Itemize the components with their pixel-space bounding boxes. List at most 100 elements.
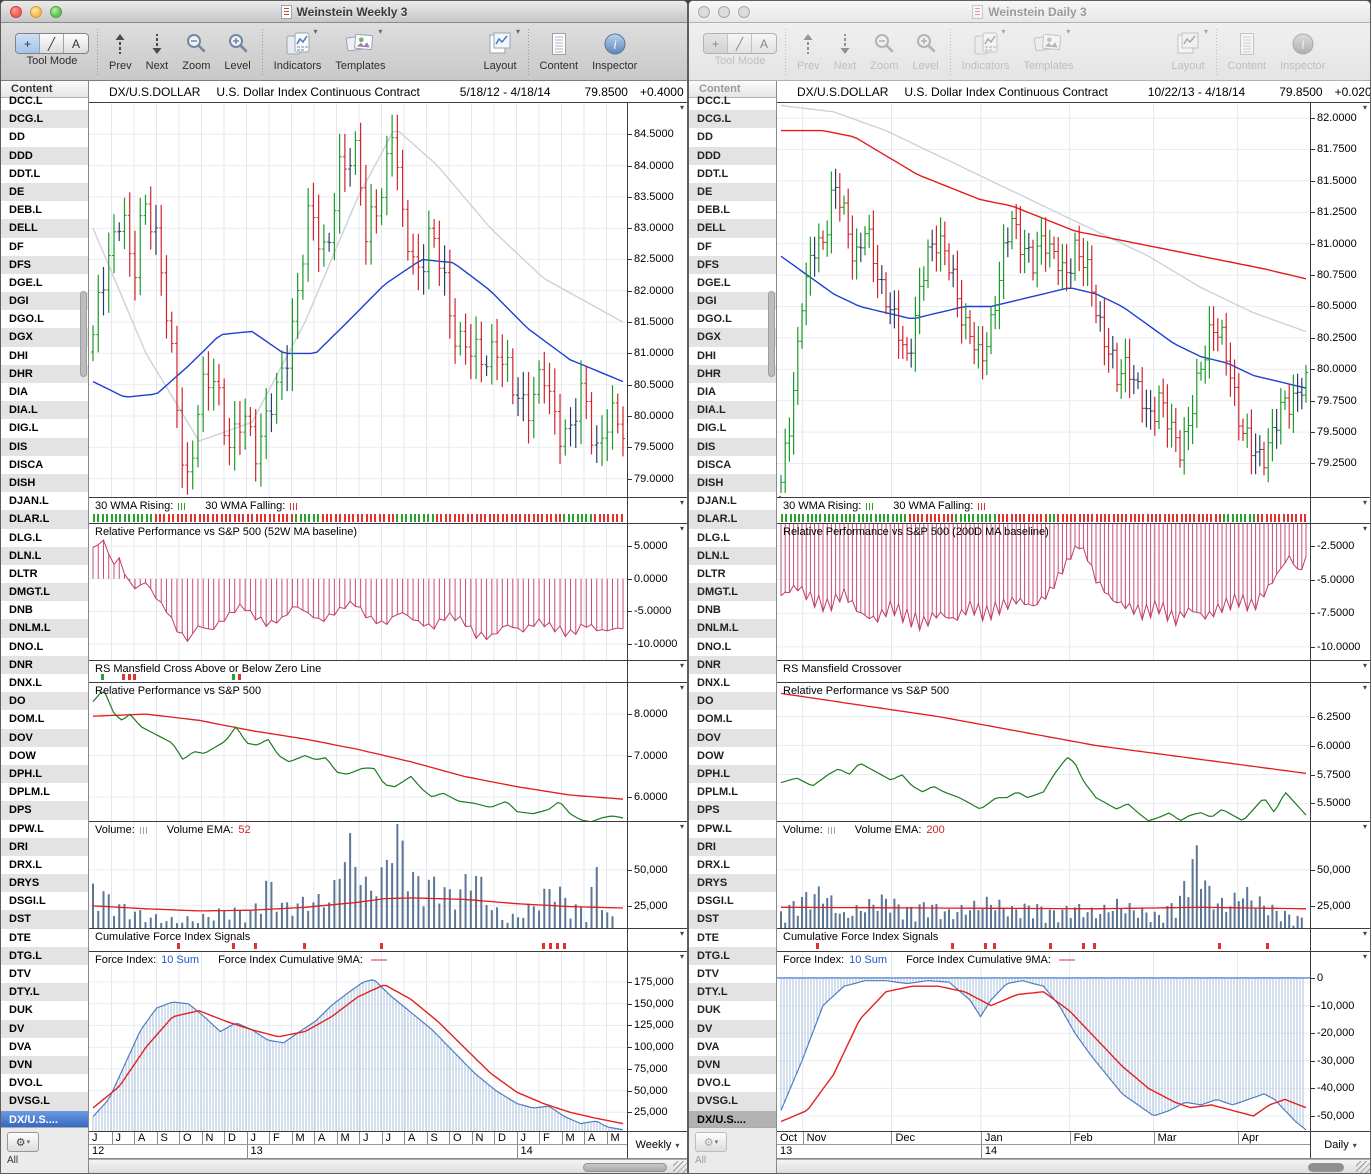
sidebar-item-drx-l[interactable]: DRX.L [1, 856, 88, 874]
sidebar-item-do[interactable]: DO [689, 692, 776, 711]
sidebar-item-dov[interactable]: DOV [1, 728, 88, 747]
sidebar-item-dltr[interactable]: DLTR [1, 565, 88, 583]
sidebar-item-disca[interactable]: DISCA [1, 456, 88, 474]
sidebar-item-dte[interactable]: DTE [1, 929, 88, 947]
zoom-window-button[interactable] [50, 6, 62, 18]
sidebar-item-dom-l[interactable]: DOM.L [689, 710, 776, 728]
sidebar-item-dnlm-l[interactable]: DNLM.L [1, 619, 88, 638]
sidebar-item-dgo-l[interactable]: DGO.L [689, 310, 776, 328]
sidebar-item-djan-l[interactable]: DJAN.L [689, 492, 776, 510]
sidebar-item-df[interactable]: DF [1, 238, 88, 256]
tool-pointer-button[interactable]: + [16, 34, 40, 53]
sidebar-item-dvn[interactable]: DVN [1, 1055, 88, 1075]
sidebar-item-dia-l[interactable]: DIA.L [1, 401, 88, 420]
panel-disclosure-icon[interactable]: ▾ [680, 103, 684, 112]
price-chart[interactable] [777, 103, 1310, 497]
sidebar-item-dge-l[interactable]: DGE.L [689, 274, 776, 292]
tool-mode-segmented-control[interactable]: + ╱ A [703, 33, 777, 54]
close-button[interactable] [698, 6, 710, 18]
panel-disclosure-icon[interactable]: ▾ [680, 822, 684, 831]
sidebar-item-dlar-l[interactable]: DLAR.L [689, 510, 776, 529]
price-chart[interactable] [89, 103, 627, 497]
sidebar-item-dia[interactable]: DIA [1, 383, 88, 401]
sidebar-item-ddd[interactable]: DDD [689, 146, 776, 165]
sidebar-item-disca[interactable]: DISCA [689, 456, 776, 474]
sidebar-item-dgo-l[interactable]: DGO.L [1, 310, 88, 328]
symbol-list[interactable]: DCC.L DCG.L DD DDD DDT.L DE DEB.L DELL DF DFS DGE.… [689, 92, 776, 1127]
actions-gear-button[interactable]: ⚙ ▾ [695, 1132, 727, 1152]
sidebar-item-dx-u-s-[interactable]: DX/U.S.... [1, 1110, 88, 1127]
sidebar-item-dfs[interactable]: DFS [1, 255, 88, 274]
sidebar-item-dcc-l[interactable]: DCC.L [1, 92, 88, 110]
sidebar-item-dx-u-s-[interactable]: DX/U.S.... [689, 1110, 776, 1127]
sidebar-item-dlg-l[interactable]: DLG.L [1, 529, 88, 547]
periodicity-dropdown[interactable]: Daily ▾ [1310, 1132, 1370, 1158]
sidebar-item-dnx-l[interactable]: DNX.L [689, 674, 776, 692]
sidebar-item-dtg-l[interactable]: DTG.L [689, 946, 776, 965]
templates-button[interactable]: ▾ Templates [335, 27, 385, 72]
sidebar-item-drx-l[interactable]: DRX.L [689, 856, 776, 874]
sidebar-item-dln-l[interactable]: DLN.L [689, 546, 776, 565]
inspector-button[interactable]: i Inspector [592, 29, 637, 72]
rp-histogram-chart[interactable]: Relative Performance vs S&P 500 (200D MA… [777, 524, 1310, 660]
panel-disclosure-icon[interactable]: ▾ [1363, 929, 1367, 938]
sidebar-item-dis[interactable]: DIS [689, 437, 776, 456]
next-button[interactable]: Next [146, 29, 168, 72]
zoom-level-button[interactable]: Level [224, 29, 251, 72]
panel-disclosure-icon[interactable]: ▾ [1363, 524, 1367, 533]
sidebar-item-dst[interactable]: DST [1, 910, 88, 929]
sidebar-item-dps[interactable]: DPS [1, 801, 88, 820]
sidebar-item-dpw-l[interactable]: DPW.L [1, 820, 88, 838]
sidebar-scrollbar[interactable] [768, 291, 775, 377]
sidebar-item-df[interactable]: DF [689, 238, 776, 256]
sidebar-item-dd[interactable]: DD [689, 128, 776, 146]
sidebar-item-dtg-l[interactable]: DTG.L [1, 946, 88, 965]
sidebar-item-dhi[interactable]: DHI [1, 347, 88, 365]
minimize-button[interactable] [30, 6, 42, 18]
symbol-list[interactable]: DCC.L DCG.L DD DDD DDT.L DE DEB.L DELL DF DFS DGE.… [1, 92, 88, 1127]
sidebar-item-dig-l[interactable]: DIG.L [1, 419, 88, 437]
sidebar-item-dcc-l[interactable]: DCC.L [689, 92, 776, 110]
panel-disclosure-icon[interactable]: ▾ [680, 661, 684, 670]
rp-histogram-chart[interactable]: Relative Performance vs S&P 500 (52W MA … [89, 524, 627, 660]
indicators-button[interactable]: ▾ Indicators [962, 27, 1010, 72]
sidebar-item-dish[interactable]: DISH [689, 473, 776, 493]
templates-button[interactable]: ▾ Templates [1023, 27, 1073, 72]
sidebar-item-dty-l[interactable]: DTY.L [1, 983, 88, 1002]
indicators-button[interactable]: ▾ Indicators [274, 27, 322, 72]
rp-line-chart[interactable]: Relative Performance vs S&P 500 [89, 683, 627, 821]
sidebar-item-dfs[interactable]: DFS [689, 255, 776, 274]
panel-disclosure-icon[interactable]: ▾ [680, 952, 684, 961]
sidebar-item-ddt-l[interactable]: DDT.L [1, 165, 88, 183]
sidebar-item-dps[interactable]: DPS [689, 801, 776, 820]
sidebar-item-dph-l[interactable]: DPH.L [1, 764, 88, 784]
tool-line-button[interactable]: ╱ [728, 34, 752, 53]
sidebar-item-dmgt-l[interactable]: DMGT.L [689, 583, 776, 602]
panel-disclosure-icon[interactable]: ▾ [1363, 952, 1367, 961]
sidebar-item-ddt-l[interactable]: DDT.L [689, 165, 776, 183]
sidebar-item-do[interactable]: DO [1, 692, 88, 711]
sidebar-item-dty-l[interactable]: DTY.L [689, 983, 776, 1002]
layout-button[interactable]: ▾ Layout [484, 27, 521, 72]
content-button[interactable]: Content [1228, 29, 1266, 72]
panel-disclosure-icon[interactable]: ▾ [680, 498, 684, 507]
sidebar-item-dri[interactable]: DRI [1, 837, 88, 856]
sidebar-item-dvsg-l[interactable]: DVSG.L [689, 1092, 776, 1111]
title-bar[interactable]: Weinstein Weekly 3 [1, 1, 687, 23]
sidebar-item-duk[interactable]: DUK [1, 1001, 88, 1019]
close-button[interactable] [10, 6, 22, 18]
sidebar-item-dtv[interactable]: DTV [689, 965, 776, 983]
panel-disclosure-icon[interactable]: ▾ [680, 524, 684, 533]
panel-disclosure-icon[interactable]: ▾ [1363, 661, 1367, 670]
prev-button[interactable]: Prev [797, 29, 820, 72]
sidebar-item-drys[interactable]: DRYS [1, 874, 88, 893]
sidebar-item-dltr[interactable]: DLTR [689, 565, 776, 583]
sidebar-item-dv[interactable]: DV [1, 1019, 88, 1038]
sidebar-item-dpw-l[interactable]: DPW.L [689, 820, 776, 838]
cfi-plot[interactable]: Cumulative Force Index Signals [777, 929, 1310, 951]
sidebar-item-dhr[interactable]: DHR [1, 364, 88, 383]
sidebar-item-dge-l[interactable]: DGE.L [1, 274, 88, 292]
sidebar-item-dnlm-l[interactable]: DNLM.L [689, 619, 776, 638]
sidebar-item-dlg-l[interactable]: DLG.L [689, 529, 776, 547]
sidebar-item-dv[interactable]: DV [689, 1019, 776, 1038]
